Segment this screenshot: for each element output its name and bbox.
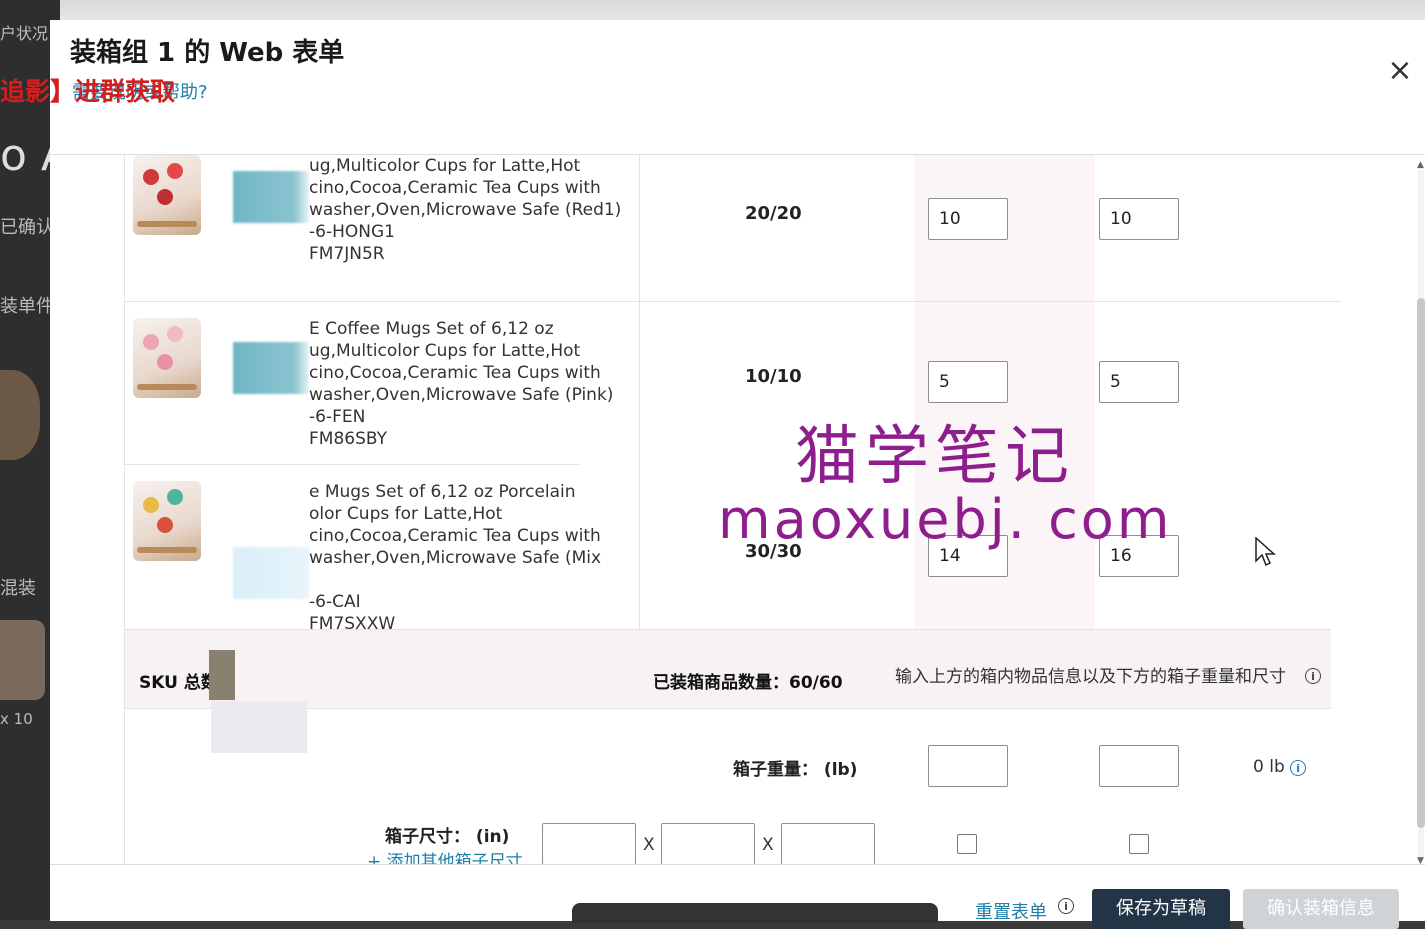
close-icon[interactable]: ×	[1385, 56, 1415, 86]
box-2-weight-input[interactable]	[1099, 745, 1179, 787]
boxed-item-count: 已装箱商品数量：60/60	[653, 673, 843, 693]
modal-footer: 重置表单 i 保存为草稿 确认装箱信息	[50, 864, 1425, 929]
footer-dark-bar	[572, 903, 938, 923]
promo-overlay-text: 追影】进群获取	[0, 77, 176, 106]
save-draft-button[interactable]: 保存为草稿	[1092, 889, 1230, 929]
blurred-sku-image	[233, 547, 309, 599]
product-name: ug,Multicolor Cups for Latte,Hot cino,Co…	[309, 156, 622, 264]
product-quantity: 20/20	[745, 203, 802, 224]
confirm-packing-button[interactable]: 确认装箱信息	[1243, 889, 1399, 929]
box-2-dimension-checkbox[interactable]	[1129, 834, 1149, 854]
scroll-up-icon[interactable]: ▲	[1417, 160, 1424, 170]
total-weight: 0 lb i	[1253, 757, 1307, 777]
box-weight-label: 箱子重量： (lb)	[733, 760, 858, 780]
dimension-height-input[interactable]	[781, 823, 875, 865]
product-row: E Coffee Mugs Set of 6,12 oz ug,Multicol…	[125, 302, 1341, 465]
total-weight-value: 0 lb	[1253, 757, 1285, 777]
blurred-area	[211, 701, 307, 753]
bg-text-status: 户状况	[0, 24, 49, 43]
box-1-dimension-checkbox[interactable]	[957, 834, 977, 854]
bg-text-single: 装单件	[0, 296, 54, 317]
bg-product-image-2	[0, 620, 45, 700]
modal-title: 装箱组 1 的 Web 表单	[70, 38, 345, 68]
product-image	[133, 481, 201, 561]
product-image	[133, 155, 201, 235]
product-image	[133, 318, 201, 398]
product-name: e Mugs Set of 6,12 oz Porcelain olor Cup…	[309, 482, 602, 634]
reset-form-link[interactable]: 重置表单	[975, 898, 1047, 924]
bg-text-mixed: 混装	[0, 578, 36, 599]
box-dimensions-label: 箱子尺寸： (in)	[385, 827, 510, 847]
sku-total-label: SKU 总数	[139, 673, 218, 693]
box-1-quantity-input[interactable]: 10	[928, 198, 1008, 240]
box-info-hint: 输入上方的箱内物品信息以及下方的箱子重量和尺寸	[895, 667, 1286, 687]
scrollbar-thumb[interactable]	[1417, 298, 1425, 828]
box-1-weight-input[interactable]	[928, 745, 1008, 787]
product-row: ug,Multicolor Cups for Latte,Hot cino,Co…	[125, 155, 1341, 301]
info-icon[interactable]: i	[1290, 760, 1307, 776]
bg-product-image	[0, 370, 40, 460]
box-2-quantity-input[interactable]: 5	[1099, 361, 1179, 403]
dimension-separator: X	[643, 835, 655, 855]
product-quantity: 10/10	[745, 366, 802, 387]
bg-text-count: x 10	[0, 710, 33, 728]
modal-header: 装箱组 1 的 Web 表单 需要说明或帮助? 追影】进群获取 ×	[0, 20, 1425, 155]
dimension-separator: X	[762, 835, 774, 855]
blurred-sku-image	[233, 342, 309, 394]
box-2-quantity-input[interactable]: 10	[1099, 198, 1179, 240]
bg-text-confirmed: 已确认	[0, 217, 54, 238]
modal-scrollbar[interactable]: ▲ ▼	[1415, 160, 1425, 866]
info-icon[interactable]: i	[1058, 898, 1074, 914]
add-box-dimensions-link[interactable]: + 添加其他箱子尺寸	[367, 847, 523, 865]
product-name: E Coffee Mugs Set of 6,12 oz ug,Multicol…	[309, 319, 614, 449]
summary-row: SKU 总数 已装箱商品数量：60/60 输入上方的箱内物品信息以及下方的箱子重…	[125, 629, 1331, 709]
blurred-area	[209, 650, 235, 700]
blurred-sku-image	[233, 171, 309, 223]
info-icon[interactable]: i	[1305, 668, 1321, 684]
dimension-length-input[interactable]	[542, 823, 636, 865]
dimension-width-input[interactable]	[661, 823, 755, 865]
box-1-quantity-input[interactable]: 5	[928, 361, 1008, 403]
watermark-chinese: 猫学笔记	[795, 420, 1075, 494]
packing-web-form-modal: 装箱组 1 的 Web 表单 需要说明或帮助? 追影】进群获取 × ug,Mul…	[0, 20, 1425, 929]
watermark-url: maoxuebj. com	[718, 488, 1173, 551]
mouse-cursor-icon	[1255, 537, 1276, 567]
